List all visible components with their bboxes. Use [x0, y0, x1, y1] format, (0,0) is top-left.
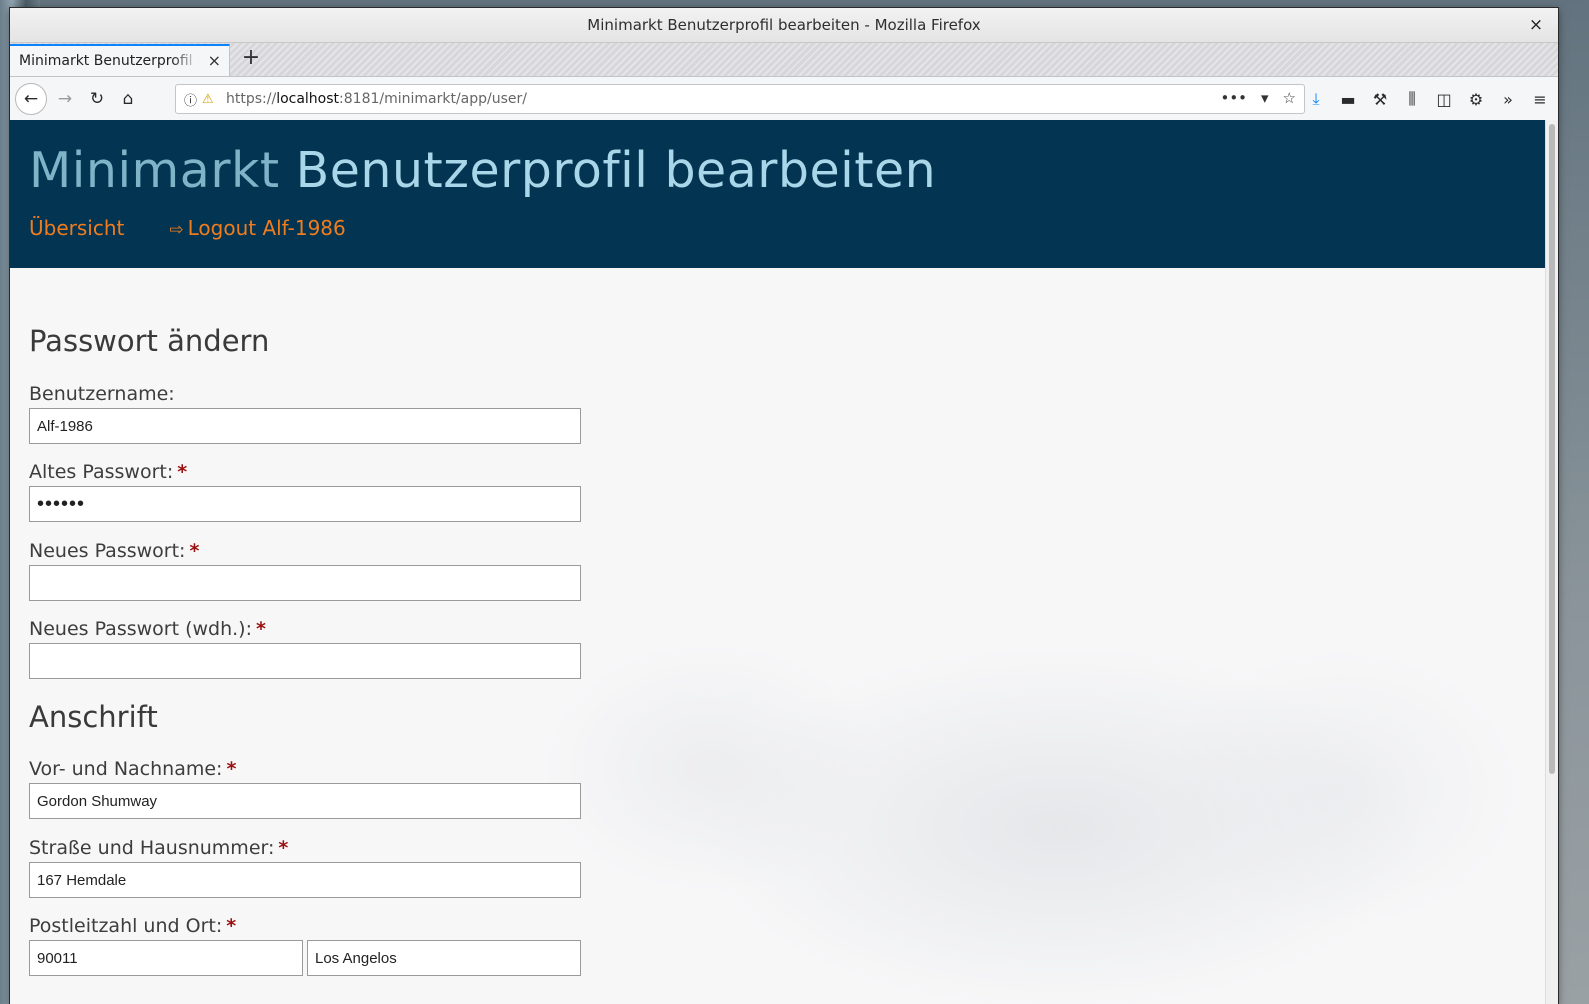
page-heading: Benutzerprofil bearbeiten: [295, 142, 937, 199]
downloads-icon[interactable]: ⤓: [1300, 89, 1332, 109]
logout-label: Logout Alf-1986: [187, 216, 346, 240]
required-marker: *: [189, 540, 200, 562]
url-path: :8181/minimarkt/app/user/: [339, 91, 527, 107]
insecure-warning-icon: ⚠: [202, 91, 214, 107]
sidebar-icon[interactable]: ◫: [1428, 90, 1460, 109]
url-bar[interactable]: ⓘ ⚠ https://localhost:8181/minimarkt/app…: [175, 84, 1305, 114]
username-label: Benutzername:: [29, 383, 175, 405]
street-label: Straße und Hausnummer: *: [29, 837, 288, 859]
old-password-label-text: Altes Passwort:: [29, 461, 174, 483]
required-marker: *: [177, 461, 188, 483]
address-section-title: Anschrift: [29, 700, 158, 734]
page-actions-icon[interactable]: •••: [1220, 89, 1247, 107]
library-icon[interactable]: ⫼: [1396, 89, 1428, 109]
navigation-toolbar: ← → ↻ ⌂ ⓘ ⚠ https://localhost:8181/minim…: [10, 77, 1558, 122]
old-password-label: Altes Passwort: *: [29, 461, 187, 483]
tab-minimarkt[interactable]: Minimarkt Benutzerprofil bearbeiten ×: [10, 44, 230, 76]
back-button[interactable]: ←: [15, 83, 47, 115]
city-field[interactable]: [307, 940, 581, 976]
new-password-label-text: Neues Passwort:: [29, 540, 186, 562]
new-tab-button[interactable]: +: [238, 46, 264, 72]
zip-field[interactable]: [29, 940, 303, 976]
required-marker: *: [256, 618, 266, 640]
required-marker: *: [226, 915, 237, 937]
nav-link-logout[interactable]: ⇨ Logout Alf-1986: [169, 216, 345, 240]
tab-close-icon[interactable]: ×: [208, 51, 221, 70]
screenshot-icon[interactable]: ▬: [1332, 90, 1364, 109]
username-label-text: Benutzername:: [29, 383, 175, 405]
username-field[interactable]: [29, 408, 581, 444]
toolbar-icons: ⤓ ▬ ⚒ ⫼ ◫ ⚙ » ≡: [1300, 84, 1556, 114]
forward-button[interactable]: →: [50, 84, 80, 114]
brand-name: Minimarkt: [29, 142, 280, 199]
site-header: Minimarkt Benutzerprofil bearbeiten Über…: [10, 120, 1546, 268]
window-close-icon[interactable]: ×: [1526, 15, 1546, 35]
site-navigation: Übersicht ⇨ Logout Alf-1986: [29, 216, 346, 240]
required-marker: *: [226, 758, 237, 780]
url-host: localhost: [276, 91, 340, 107]
scrollbar-thumb[interactable]: [1549, 124, 1555, 774]
url-text[interactable]: https://localhost:8181/minimarkt/app/use…: [226, 91, 527, 107]
main-content: Passwort ändern Benutzername: Altes Pass…: [10, 268, 1546, 1004]
repeat-password-field[interactable]: [29, 643, 581, 679]
window-titlebar: Minimarkt Benutzerprofil bearbeiten - Mo…: [10, 8, 1558, 43]
developer-tools-icon[interactable]: ⚒: [1364, 90, 1396, 109]
extension-icon[interactable]: ⚙: [1460, 90, 1492, 109]
pocket-icon[interactable]: ▾: [1261, 89, 1269, 107]
password-section-title: Passwort ändern: [29, 324, 270, 358]
street-field[interactable]: [29, 862, 581, 898]
street-label-text: Straße und Hausnummer:: [29, 837, 275, 859]
browser-window: Minimarkt Benutzerprofil bearbeiten - Mo…: [10, 8, 1558, 1004]
new-password-field[interactable]: [29, 565, 581, 601]
page-viewport: Minimarkt Benutzerprofil bearbeiten Über…: [10, 120, 1546, 1004]
url-scheme: https://: [226, 91, 277, 107]
required-marker: *: [278, 837, 289, 859]
bookmark-star-icon[interactable]: ☆: [1283, 89, 1296, 107]
page-scrollbar[interactable]: [1545, 120, 1558, 1004]
name-label-text: Vor- und Nachname:: [29, 758, 223, 780]
logout-icon: ⇨: [169, 220, 184, 240]
window-title: Minimarkt Benutzerprofil bearbeiten - Mo…: [587, 16, 981, 34]
overflow-menu-icon[interactable]: »: [1492, 90, 1524, 109]
site-info-icon[interactable]: ⓘ: [184, 90, 202, 109]
city-label: Postleitzahl und Ort: *: [29, 915, 236, 937]
old-password-field[interactable]: [29, 486, 581, 522]
new-password-label: Neues Passwort: *: [29, 540, 199, 562]
tab-strip: Minimarkt Benutzerprofil bearbeiten × +: [10, 43, 1558, 77]
name-label: Vor- und Nachname: *: [29, 758, 236, 780]
repeat-password-label-text: Neues Passwort (wdh.):: [29, 618, 252, 640]
city-label-text: Postleitzahl und Ort:: [29, 915, 223, 937]
url-bar-actions: ••• ▾ ☆: [1220, 89, 1296, 107]
hamburger-menu-icon[interactable]: ≡: [1524, 90, 1556, 109]
full-name-field[interactable]: [29, 783, 581, 819]
reload-button[interactable]: ↻: [82, 84, 112, 114]
nav-link-overview[interactable]: Übersicht: [29, 216, 124, 240]
tab-label: Minimarkt Benutzerprofil bearbeiten: [19, 53, 199, 69]
home-button[interactable]: ⌂: [113, 84, 143, 114]
repeat-password-label: Neues Passwort (wdh.): *: [29, 618, 266, 640]
page-title: Minimarkt Benutzerprofil bearbeiten: [29, 142, 936, 199]
